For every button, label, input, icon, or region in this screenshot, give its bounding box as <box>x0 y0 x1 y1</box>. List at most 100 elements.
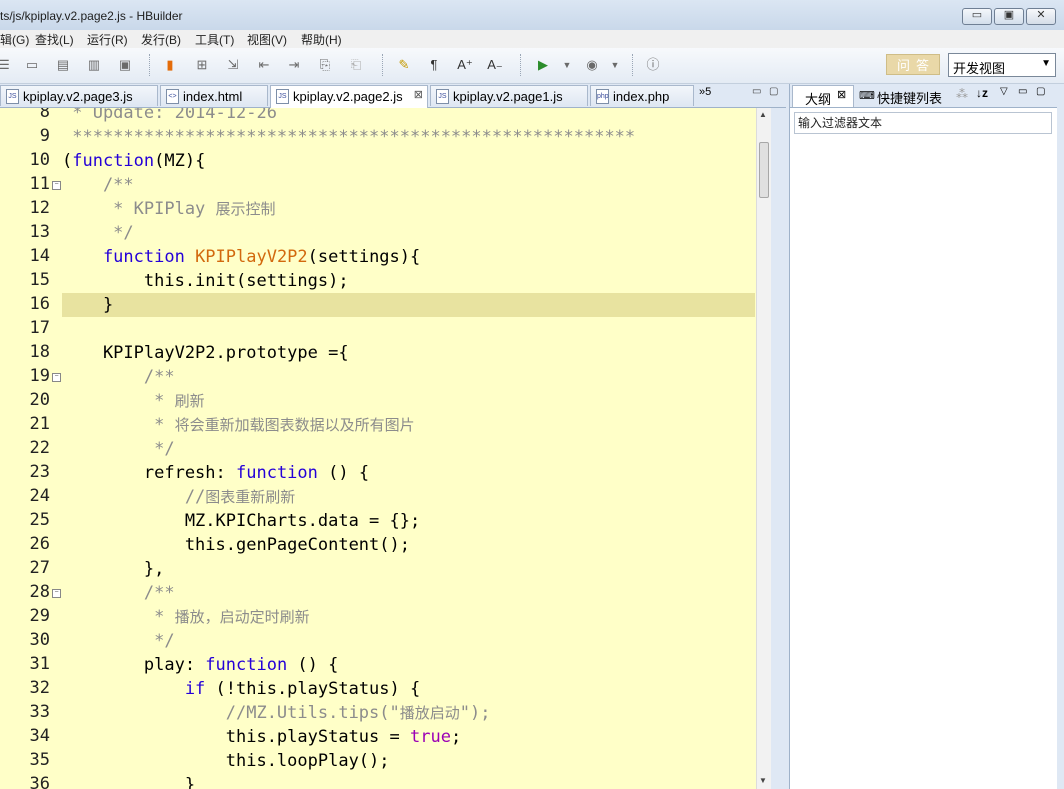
minimize-icon[interactable]: ▭ <box>1018 86 1027 97</box>
maximize-icon[interactable]: ▢ <box>769 86 778 97</box>
current-line-highlight <box>62 293 755 317</box>
code-line[interactable]: function KPIPlayV2P2(settings){ <box>62 245 420 269</box>
menu-tools[interactable]: 工具(T) <box>195 31 234 48</box>
code-editor[interactable]: 8 9 10 11−12 13 14 15 16 17 18 19−20 21 22 23 24 25 26 27… <box>0 108 770 789</box>
outline-filter-input[interactable]: 输入过滤器文本 <box>794 112 1052 134</box>
tab-overflow[interactable]: »5 <box>699 86 711 98</box>
maximize-button[interactable]: ▣ <box>994 8 1024 25</box>
code-token: this.init(settings); <box>62 271 349 291</box>
prev-icon[interactable]: ⇤ <box>256 57 272 73</box>
new-file-icon[interactable]: ⊞ <box>194 57 210 73</box>
code-line[interactable]: * 播放，启动定时刷新 <box>62 605 310 629</box>
code-line[interactable]: MZ.KPICharts.data = {}; <box>62 509 420 533</box>
font-decrease-icon[interactable]: A₋ <box>487 57 503 73</box>
code-line[interactable]: * 将会重新加载图表数据以及所有图片 <box>62 413 415 437</box>
code-line[interactable]: /** <box>62 173 134 197</box>
code-line[interactable]: play: function () { <box>62 653 339 677</box>
menu-run[interactable]: 运行(R) <box>87 31 128 48</box>
layout-icon[interactable]: ▭ <box>24 57 40 73</box>
close-button[interactable]: ✕ <box>1026 8 1056 25</box>
dropdown2-icon[interactable]: ▼ <box>607 57 623 73</box>
tab-kpiplay-page2[interactable]: JS kpiplay.v2.page2.js ⊠ <box>270 85 428 108</box>
code-line[interactable]: */ <box>62 437 174 461</box>
code-line[interactable]: /** <box>62 581 175 605</box>
code-line[interactable]: * Update: 2014-12-26 <box>62 108 277 125</box>
dropdown-icon[interactable]: ▼ <box>559 57 575 73</box>
code-line[interactable]: /** <box>62 365 175 389</box>
code-line[interactable]: } <box>62 293 113 317</box>
tab-index-html[interactable]: <> index.html <box>160 85 268 106</box>
code-line[interactable]: } <box>62 773 195 789</box>
code-line[interactable]: * 刷新 <box>62 389 205 413</box>
code-line[interactable]: refresh: function () { <box>62 461 369 485</box>
view-select[interactable]: 开发视图 ▼ <box>948 53 1056 77</box>
menu-view[interactable]: 视图(V) <box>247 31 287 48</box>
code-line[interactable]: this.playStatus = true; <box>62 725 461 749</box>
menu-edit[interactable]: 辑(G) <box>0 31 29 48</box>
save-icon[interactable]: ▣ <box>117 57 133 73</box>
info-icon[interactable]: ⓘ <box>645 57 661 73</box>
fold-toggle-icon[interactable]: − <box>52 373 61 382</box>
code-line[interactable]: */ <box>62 629 174 653</box>
code-line[interactable]: //图表重新刷新 <box>62 485 296 509</box>
line-number: 22 <box>29 438 50 458</box>
menu-find[interactable]: 查找(L) <box>35 31 74 48</box>
code-line[interactable]: //MZ.Utils.tips("播放启动"); <box>62 701 491 725</box>
fold-toggle-icon[interactable]: − <box>52 181 61 190</box>
tab-index-php[interactable]: php index.php <box>590 85 694 106</box>
minimize-button[interactable]: ▭ <box>962 8 992 25</box>
code-line[interactable]: * KPIPlay 展示控制 <box>62 197 276 221</box>
pilcrow-icon[interactable]: ¶ <box>426 57 442 73</box>
line-number: 15 <box>29 270 50 290</box>
code-line[interactable]: }, <box>62 557 164 581</box>
close-icon[interactable]: ⊠ <box>414 88 423 101</box>
scroll-up-icon[interactable]: ▲ <box>759 110 767 119</box>
tab-kpiplay-page3[interactable]: JS kpiplay.v2.page3.js <box>0 85 158 106</box>
export-icon[interactable]: ⇲ <box>225 57 241 73</box>
maximize-icon[interactable]: ▢ <box>1036 86 1045 97</box>
tab-kpiplay-page1[interactable]: JS kpiplay.v2.page1.js <box>430 85 588 106</box>
view-menu-icon[interactable]: ▽ <box>1000 86 1008 97</box>
line-number: 13 <box>29 222 50 242</box>
code-line[interactable]: (function(MZ){ <box>62 149 205 173</box>
highlighter-icon[interactable]: ✎ <box>396 57 412 73</box>
font-increase-icon[interactable]: A⁺ <box>457 57 473 73</box>
back-icon[interactable]: ⎘ <box>317 57 333 73</box>
close-icon[interactable]: ⊠ <box>837 88 846 101</box>
list-icon[interactable]: ☰ <box>0 57 12 73</box>
layout2-icon[interactable]: ▤ <box>55 57 71 73</box>
bookmark-icon[interactable]: ▮ <box>162 57 178 73</box>
filter-icon[interactable]: ⁂ <box>956 87 968 101</box>
code-line[interactable]: this.genPageContent(); <box>62 533 410 557</box>
menu-help[interactable]: 帮助(H) <box>301 31 342 48</box>
code-line[interactable]: KPIPlayV2P2.prototype ={ <box>62 341 349 365</box>
layout3-icon[interactable]: ▥ <box>86 57 102 73</box>
line-number: 29 <box>29 606 50 626</box>
php-file-icon: php <box>596 89 609 104</box>
minimize-icon[interactable]: ▭ <box>752 86 761 97</box>
sort-icon[interactable]: ↓z <box>976 86 988 100</box>
code-line[interactable]: this.loopPlay(); <box>62 749 390 773</box>
code-line[interactable]: ****************************************… <box>62 125 635 149</box>
scroll-down-icon[interactable]: ▼ <box>759 776 767 785</box>
tab-shortcut-list[interactable]: ⌨ 快捷键列表 <box>856 85 944 107</box>
tab-outline[interactable]: 大纲 ⊠ <box>792 85 854 107</box>
code-line[interactable]: if (!this.playStatus) { <box>62 677 420 701</box>
fold-toggle-icon[interactable]: − <box>52 589 61 598</box>
chevron-down-icon: ▼ <box>1041 58 1051 69</box>
code-token: 图表重新刷新 <box>205 489 296 506</box>
forward-icon[interactable]: ⎗ <box>348 57 364 73</box>
code-line[interactable]: */ <box>62 221 133 245</box>
next-icon[interactable]: ⇥ <box>286 57 302 73</box>
vertical-scrollbar[interactable]: ▲ ▼ <box>756 108 771 789</box>
tab-label: 大纲 <box>805 92 832 107</box>
menu-publish[interactable]: 发行(B) <box>141 31 181 48</box>
run-icon[interactable]: ▶ <box>535 57 551 73</box>
browser-icon[interactable]: ◉ <box>584 57 600 73</box>
code-token: 展示控制 <box>215 201 276 218</box>
code-line[interactable]: this.init(settings); <box>62 269 349 293</box>
code-token: true <box>410 727 451 747</box>
qa-button[interactable]: 问答 <box>886 54 940 75</box>
scrollbar-thumb[interactable] <box>759 142 769 198</box>
code-token: function <box>62 247 196 267</box>
